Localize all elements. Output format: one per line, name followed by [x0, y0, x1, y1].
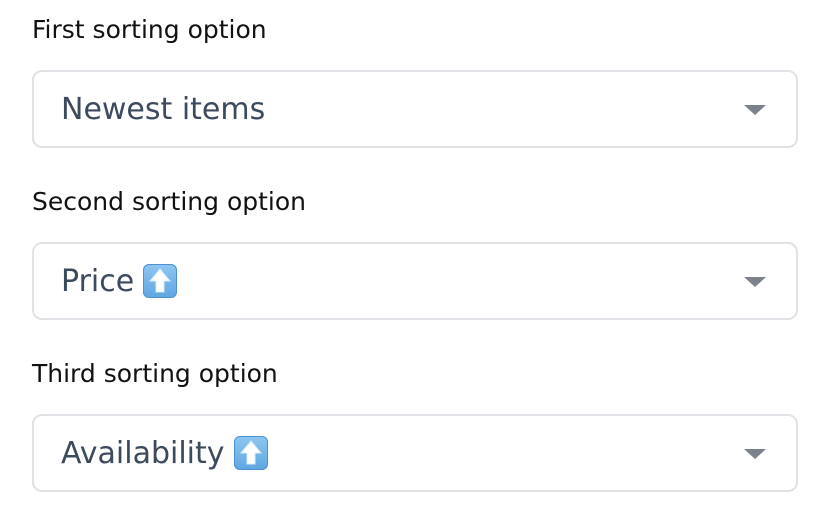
second-sorting-value-text: Price [61, 263, 135, 299]
second-sorting-label: Second sorting option [32, 187, 307, 216]
second-sorting-value: Price [61, 244, 178, 318]
up-arrow-button-icon [233, 436, 268, 470]
up-arrow-button-icon [143, 264, 178, 298]
first-sorting-select[interactable]: Newest items [32, 70, 798, 148]
second-sorting-select[interactable]: Price [32, 242, 798, 320]
chevron-down-icon [744, 277, 766, 287]
chevron-down-icon [744, 105, 766, 115]
chevron-down-icon [744, 449, 766, 459]
first-sorting-value: Newest items [61, 72, 265, 146]
first-sorting-label: First sorting option [32, 15, 267, 44]
third-sorting-value: Availability [61, 416, 268, 490]
third-sorting-value-text: Availability [61, 435, 225, 471]
third-sorting-label: Third sorting option [32, 359, 278, 388]
third-sorting-select[interactable]: Availability [32, 414, 798, 492]
first-sorting-value-text: Newest items [61, 91, 266, 127]
